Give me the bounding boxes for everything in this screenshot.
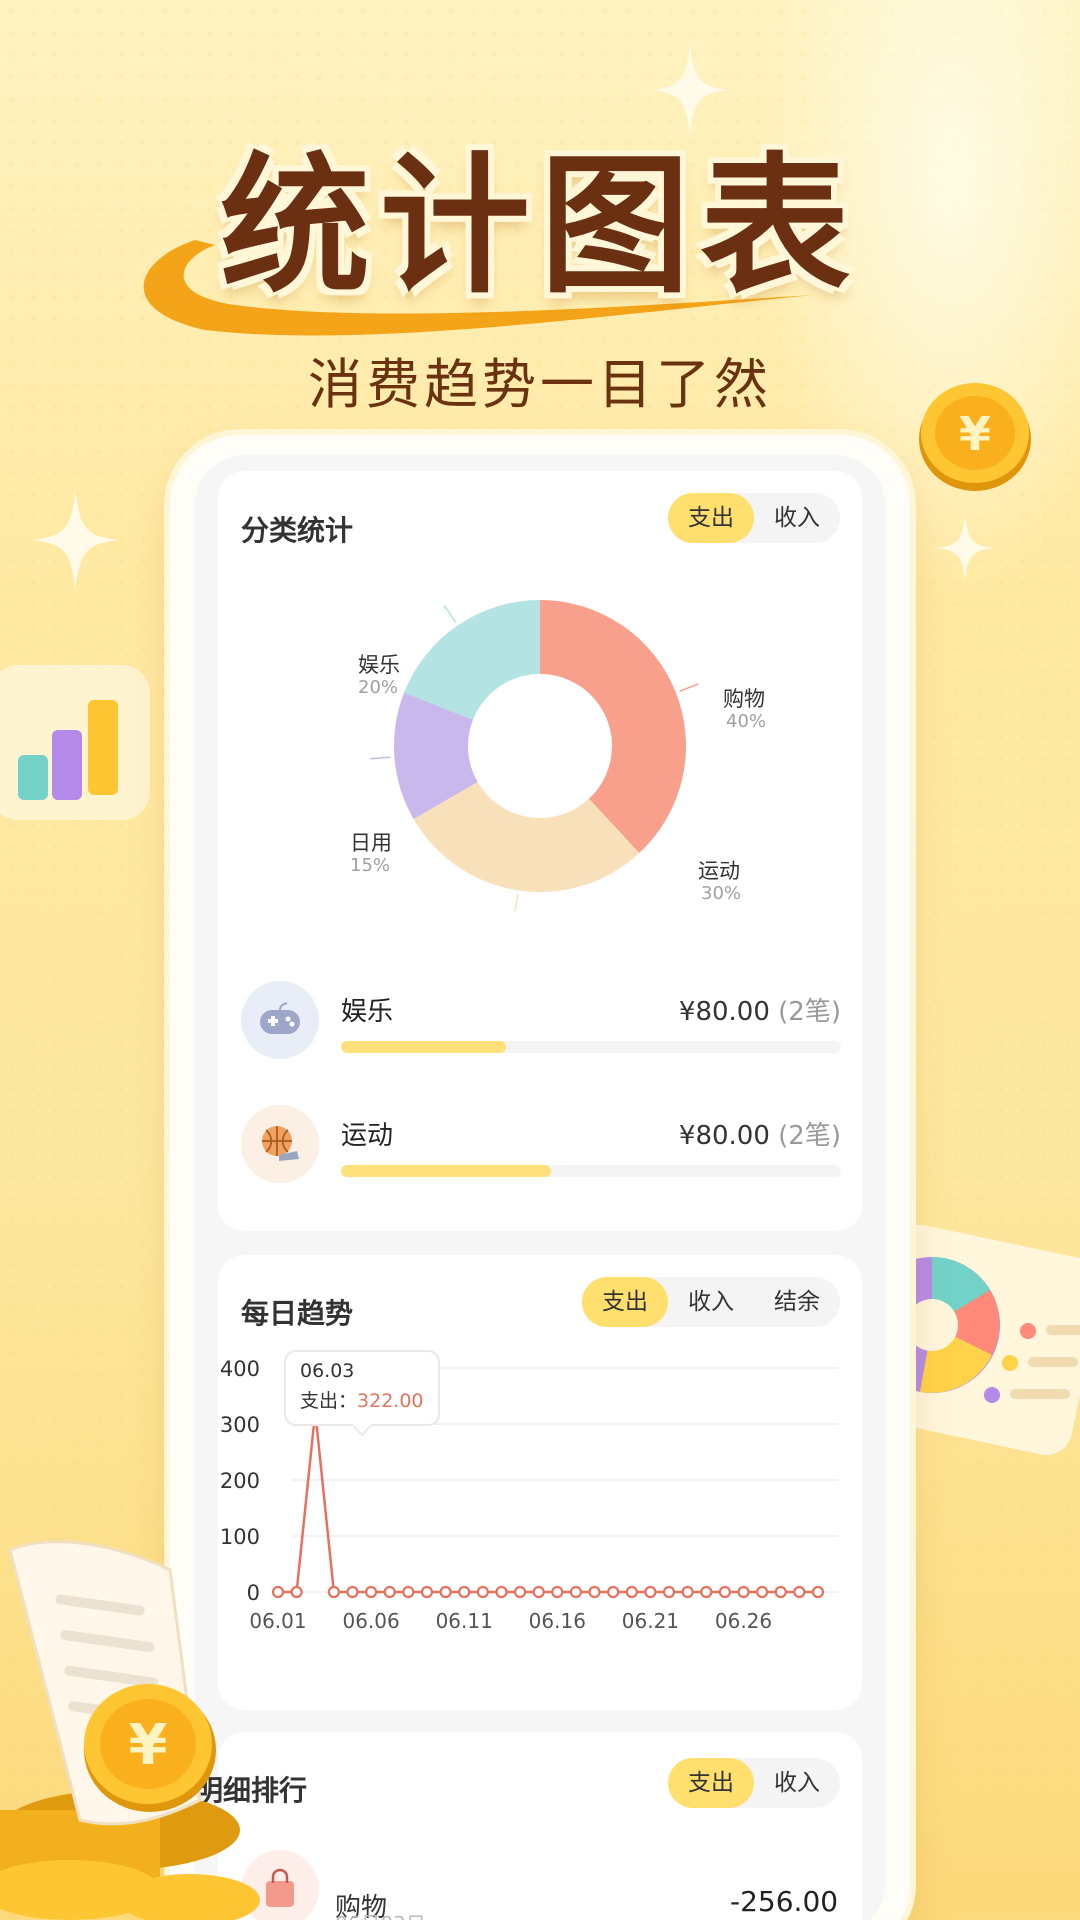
category-name: 娱乐: [341, 997, 394, 1027]
category-card: 分类统计 支出 收入 购物 40% 运动 30% 日用 15% 娱乐 20% 娱…: [218, 471, 862, 1231]
rank-item-date: 06月03日: [335, 1908, 426, 1920]
tooltip-arrow: [352, 1424, 372, 1436]
data-point[interactable]: [793, 1585, 806, 1599]
data-point[interactable]: [774, 1585, 787, 1599]
data-point[interactable]: [346, 1585, 359, 1599]
donut-leader-line: [514, 894, 519, 911]
category-card-title: 分类统计: [241, 514, 354, 547]
tooltip-date: 06.03: [300, 1360, 355, 1382]
data-point[interactable]: [588, 1585, 601, 1599]
donut-leader-line: [370, 756, 391, 760]
data-point[interactable]: [383, 1585, 396, 1599]
legend-label-sports: 运动: [698, 859, 740, 883]
toggle-income[interactable]: 收入: [754, 1758, 840, 1808]
trend-card: 每日趋势 支出 收入 结余 0 100 200 300 400 06.01 06.06 06.…: [218, 1255, 862, 1710]
tooltip-value: 322.00: [357, 1390, 424, 1412]
data-point[interactable]: [513, 1585, 527, 1599]
y-tick-label: 200: [220, 1469, 260, 1493]
legend-pct-entertainment: 20%: [358, 677, 399, 698]
category-count: (2笔): [778, 997, 841, 1027]
basketball-icon: [241, 1105, 319, 1183]
phone-screen: 分类统计 支出 收入 购物 40% 运动 30% 日用 15% 娱乐 20% 娱…: [195, 455, 885, 1920]
category-amount: ¥80.00 (2笔): [678, 1121, 841, 1151]
data-point[interactable]: [718, 1585, 731, 1599]
category-progress-track: [341, 1041, 841, 1053]
category-progress-fill: [341, 1165, 551, 1177]
data-point[interactable]: [569, 1585, 583, 1599]
y-tick-label: 400: [220, 1357, 260, 1381]
legend-label-shopping: 购物: [723, 687, 765, 711]
svg-text:¥: ¥: [129, 1713, 168, 1778]
legend-pct-sports: 30%: [701, 883, 742, 904]
toggle-balance[interactable]: 结余: [754, 1277, 840, 1327]
receipt-coins-decoration-icon: ¥: [0, 1540, 260, 1920]
category-item[interactable]: 娱乐 ¥80.00 (2笔): [241, 981, 841, 1071]
x-tick-label: 06.21: [622, 1609, 679, 1633]
y-tick-label: 300: [220, 1413, 260, 1437]
donut-leader-line: [443, 605, 457, 623]
sparkle-icon: [650, 45, 730, 135]
tooltip-label: 支出：: [300, 1390, 358, 1412]
svg-text:¥: ¥: [959, 407, 991, 461]
toggle-expense[interactable]: 支出: [668, 1758, 754, 1808]
data-point[interactable]: [681, 1585, 694, 1599]
gamepad-icon: [241, 981, 319, 1059]
data-point[interactable]: [458, 1585, 471, 1599]
data-point[interactable]: [495, 1585, 508, 1599]
x-tick-label: 06.26: [715, 1609, 772, 1633]
data-point[interactable]: [439, 1585, 452, 1599]
data-point[interactable]: [420, 1585, 434, 1599]
data-point[interactable]: [551, 1585, 564, 1599]
legend-pct-daily: 15%: [350, 855, 391, 876]
data-point[interactable]: [402, 1585, 415, 1599]
data-point[interactable]: [476, 1585, 489, 1599]
data-point[interactable]: [327, 1585, 340, 1599]
toggle-income[interactable]: 收入: [754, 493, 840, 543]
toggle-expense[interactable]: 支出: [668, 493, 754, 543]
bar-chart-decoration-icon: [0, 665, 150, 820]
x-tick-label: 06.06: [342, 1609, 399, 1633]
trend-line: [278, 1411, 818, 1594]
data-point[interactable]: [662, 1585, 676, 1599]
sparkle-icon: [31, 490, 120, 590]
hero-title: 统计图表: [219, 140, 860, 314]
category-progress-fill: [341, 1041, 506, 1053]
toggle-expense[interactable]: 支出: [582, 1277, 668, 1327]
chart-tooltip: 06.03 支出：322.00: [284, 1350, 440, 1426]
category-donut-chart: [370, 600, 699, 911]
x-tick-label: 06.16: [529, 1609, 586, 1633]
data-point[interactable]: [811, 1585, 825, 1599]
data-point[interactable]: [756, 1585, 769, 1599]
category-toggle: 支出 收入: [668, 493, 840, 543]
rank-item-amount: -256.00: [730, 1885, 839, 1918]
trend-card-title: 每日趋势: [241, 1297, 354, 1330]
data-point[interactable]: [625, 1585, 638, 1599]
yen-coin-icon: ¥: [919, 383, 1031, 491]
category-progress-track: [341, 1165, 841, 1177]
category-item[interactable]: 运动 ¥80.00 (2笔): [241, 1105, 841, 1195]
data-point[interactable]: [700, 1585, 713, 1599]
category-amount: ¥80.00 (2笔): [678, 997, 841, 1027]
trend-toggle: 支出 收入 结余: [582, 1277, 840, 1327]
donut-leader-line: [679, 683, 699, 692]
data-point[interactable]: [271, 1585, 285, 1599]
x-tick-label: 06.11: [436, 1609, 493, 1633]
category-name: 运动: [341, 1121, 394, 1151]
legend-pct-shopping: 40%: [726, 711, 767, 732]
legend-label-daily: 日用: [350, 831, 392, 855]
data-point[interactable]: [607, 1585, 620, 1599]
sparkle-icon: [935, 515, 995, 581]
data-point[interactable]: [737, 1585, 750, 1599]
legend-label-entertainment: 娱乐: [358, 653, 400, 677]
toggle-income[interactable]: 收入: [668, 1277, 754, 1327]
data-point[interactable]: [532, 1585, 545, 1599]
data-point[interactable]: [365, 1585, 378, 1599]
category-count: (2笔): [778, 1121, 841, 1151]
data-point[interactable]: [290, 1585, 303, 1599]
data-point[interactable]: [644, 1585, 657, 1599]
rank-toggle: 支出 收入: [668, 1758, 840, 1808]
